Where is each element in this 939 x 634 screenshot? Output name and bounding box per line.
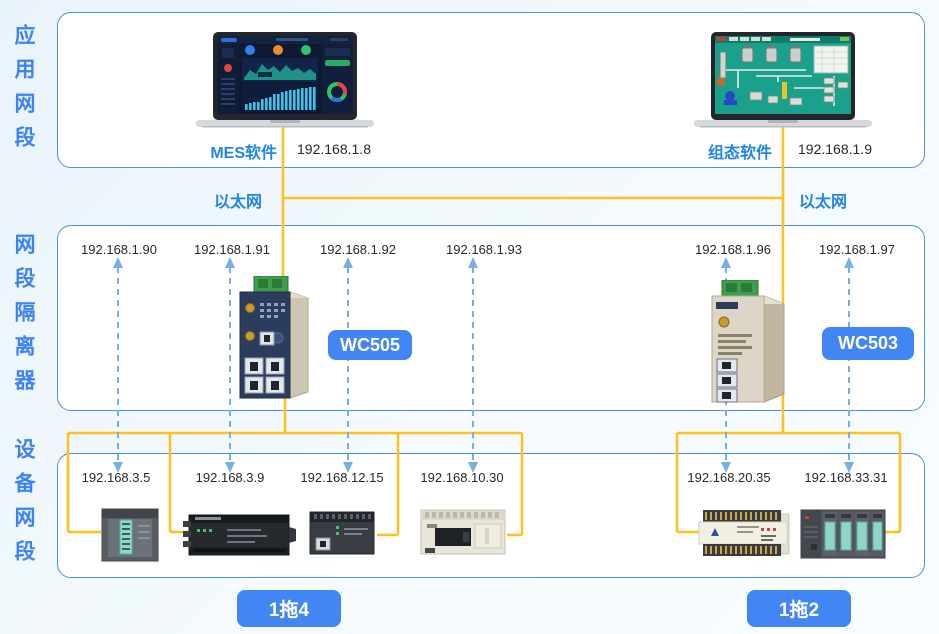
device-ip-3-9: 192.168.3.9 <box>196 470 265 485</box>
ethernet-label-left: 以太网 <box>214 188 262 212</box>
device-ip-12-15: 192.168.12.15 <box>300 470 383 485</box>
plc-fx-image <box>419 502 509 558</box>
wc503-badge: WC503 <box>822 327 914 360</box>
wc503-gateway-image <box>710 280 790 406</box>
device-ip-33-31: 192.168.33.31 <box>804 470 887 485</box>
ratio-badge-left: 1拖4 <box>237 590 341 627</box>
ratio-badge-right: 1拖2 <box>747 590 851 627</box>
ethernet-label-right: 以太网 <box>799 188 847 212</box>
device-ip-20-35: 192.168.20.35 <box>687 470 770 485</box>
isolator-ip-92: 192.168.1.92 <box>320 242 396 257</box>
isolator-ip-96: 192.168.1.96 <box>695 242 771 257</box>
wc505-badge: WC505 <box>328 330 412 360</box>
plc-compact-image <box>308 506 378 558</box>
scada-software-label: 组态软件 <box>690 139 772 163</box>
isolator-ip-97: 192.168.1.97 <box>819 242 895 257</box>
isolator-ip-93: 192.168.1.93 <box>446 242 522 257</box>
isolator-ip-90: 192.168.1.90 <box>81 242 157 257</box>
wc505-gateway-image <box>238 276 312 402</box>
mes-laptop-image <box>196 30 374 130</box>
network-diagram: 应用网段 网段隔离器 设备网段 <box>0 0 939 634</box>
device-ip-3-5: 192.168.3.5 <box>82 470 151 485</box>
plc-s7-module-image <box>100 505 162 563</box>
device-ip-10-30: 192.168.10.30 <box>420 470 503 485</box>
mes-ip: 192.168.1.8 <box>297 141 371 157</box>
plc-s7-300-rack-image <box>799 506 887 560</box>
isolator-ip-91: 192.168.1.91 <box>194 242 270 257</box>
plc-s7-200-image <box>183 507 297 561</box>
scada-laptop-image <box>694 30 872 130</box>
plc-delta-image <box>697 504 791 562</box>
scada-ip: 192.168.1.9 <box>798 141 872 157</box>
mes-software-label: MES软件 <box>195 139 277 163</box>
